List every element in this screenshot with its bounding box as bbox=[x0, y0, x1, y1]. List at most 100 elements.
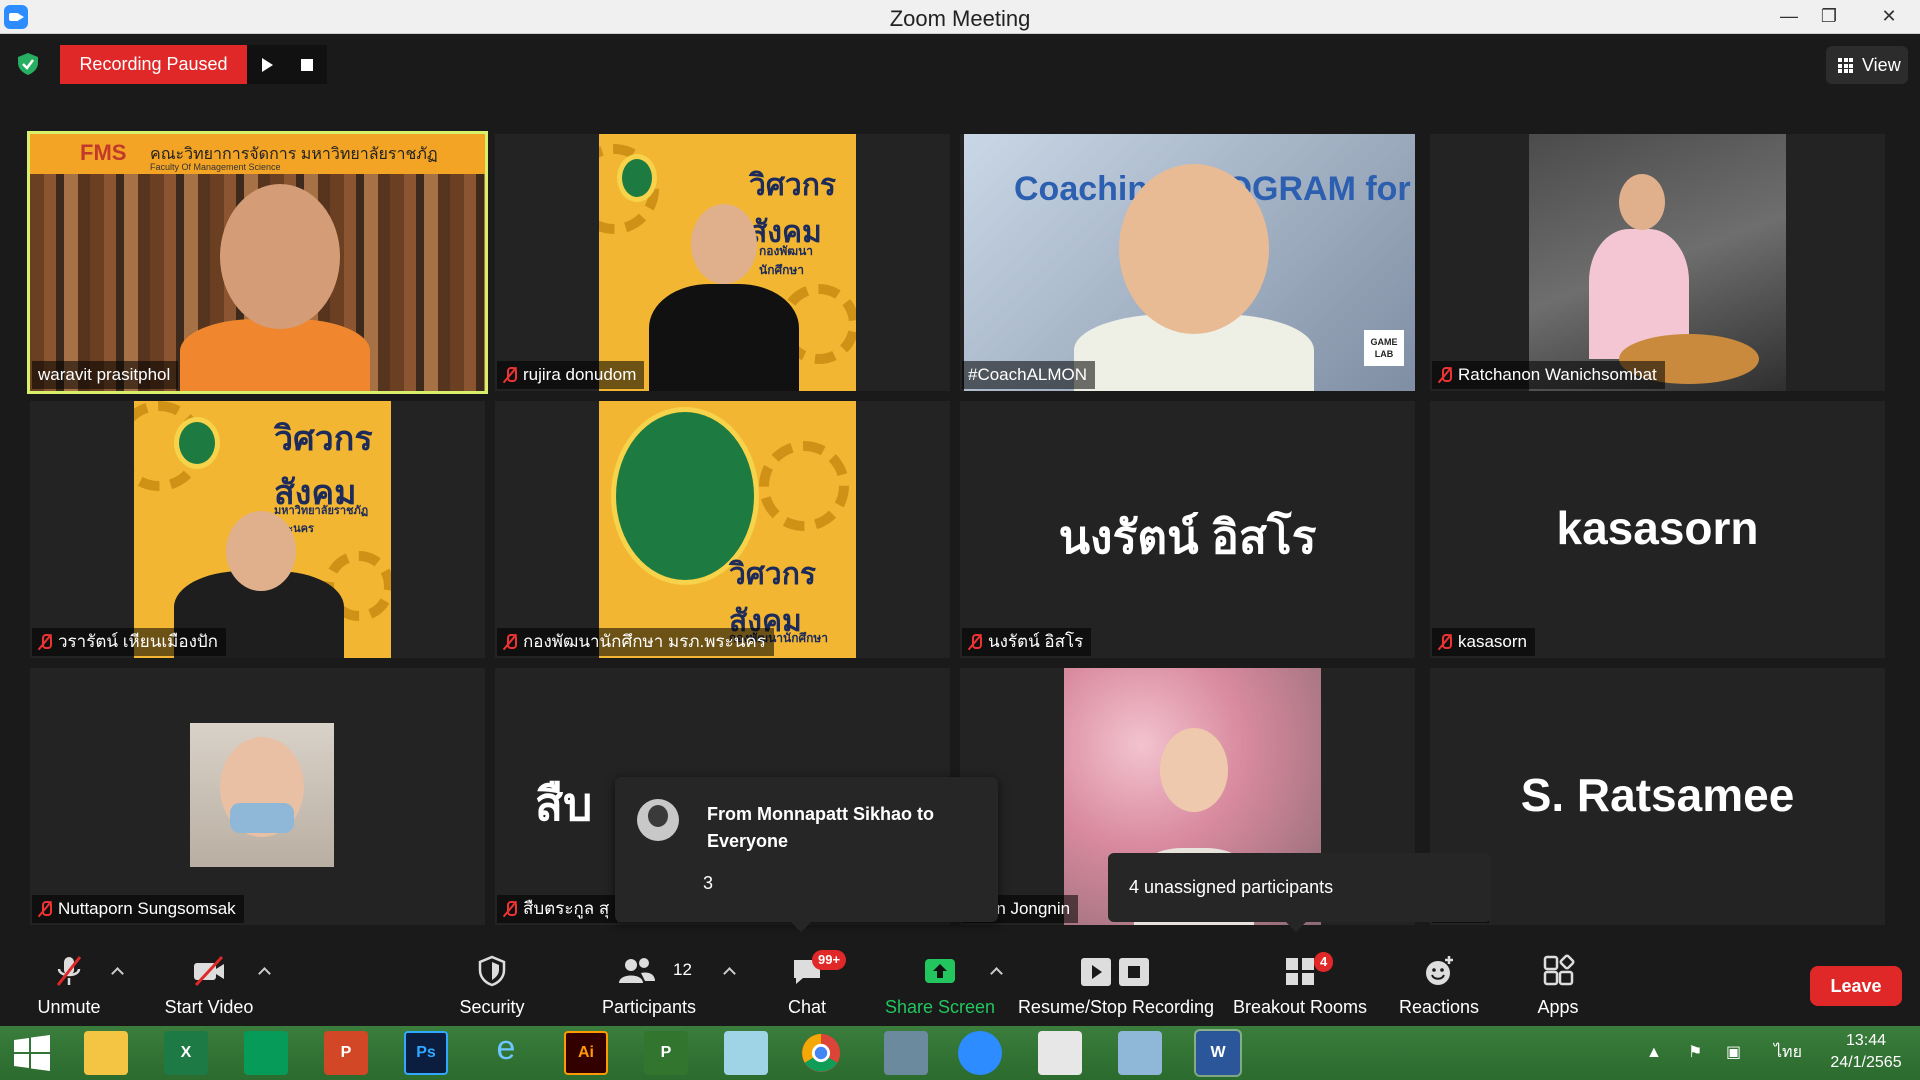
university-seal-icon bbox=[617, 154, 657, 202]
video-tile-ratsamee[interactable]: S. Ratsamee amee bbox=[1430, 668, 1885, 925]
word-icon[interactable]: W bbox=[1194, 1029, 1242, 1077]
participant-video: Coaching PROGRAM for Teacher GAME LAB bbox=[964, 134, 1415, 391]
university-seal-icon bbox=[174, 417, 220, 469]
clock-date[interactable]: 24/1/2565 bbox=[1824, 1052, 1908, 1074]
participant-name: Ratchanon Wanichsombat bbox=[1458, 365, 1657, 384]
video-tile-wararat[interactable]: วิศวกรสังคม มหาวิทยาลัยราชภัฏพระนคร วราร… bbox=[30, 401, 485, 658]
faculty-banner-subtext: Faculty Of Management Science bbox=[150, 162, 281, 172]
view-label: View bbox=[1862, 55, 1901, 75]
unmute-button[interactable]: Unmute bbox=[28, 940, 110, 1026]
office-app-icon[interactable] bbox=[1038, 1031, 1082, 1075]
recording-controls-icon bbox=[1081, 958, 1149, 986]
person-face bbox=[220, 184, 340, 329]
video-tile-kasasorn[interactable]: kasasorn kasasorn bbox=[1430, 401, 1885, 658]
chat-button[interactable]: 99+ Chat bbox=[782, 940, 847, 1026]
share-options-chevron-icon[interactable] bbox=[990, 966, 1002, 978]
participant-name: กองพัฒนานักศึกษา มรภ.พระนคร bbox=[523, 632, 766, 651]
publisher-icon[interactable] bbox=[244, 1031, 288, 1075]
popup-pointer bbox=[791, 922, 811, 932]
mic-muted-icon bbox=[503, 633, 517, 651]
view-button[interactable]: View bbox=[1826, 46, 1908, 84]
resume-recording-button[interactable] bbox=[247, 45, 287, 84]
participant-name: rujira donudom bbox=[523, 365, 637, 384]
encryption-shield-icon[interactable] bbox=[17, 52, 39, 76]
participants-options-chevron-icon[interactable] bbox=[723, 966, 735, 978]
start-video-button[interactable]: Start Video bbox=[160, 940, 258, 1026]
participant-name-tag: นงรัตน์ อิสโร bbox=[962, 628, 1092, 656]
file-explorer-icon[interactable] bbox=[84, 1031, 128, 1075]
person-face bbox=[1160, 728, 1228, 812]
zoom-taskbar-icon[interactable] bbox=[958, 1031, 1002, 1075]
video-tile-coachalmon[interactable]: Coaching PROGRAM for Teacher GAME LAB #C… bbox=[960, 134, 1415, 391]
notepad-icon[interactable] bbox=[724, 1031, 768, 1075]
input-language[interactable]: ไทย bbox=[1774, 1042, 1802, 1064]
photoshop-icon[interactable]: Ps bbox=[404, 1031, 448, 1075]
video-tile-ratchanon[interactable]: Ratchanon Wanichsombat bbox=[1430, 134, 1885, 391]
network-icon[interactable]: ▣ bbox=[1726, 1042, 1741, 1064]
participants-button[interactable]: 12 Participants bbox=[598, 940, 700, 1026]
person-face bbox=[691, 204, 757, 284]
breakout-notification-text: 4 unassigned participants bbox=[1129, 877, 1334, 897]
breakout-rooms-icon bbox=[1286, 958, 1314, 985]
illustrator-icon[interactable]: Ai bbox=[564, 1031, 608, 1075]
stop-recording-button[interactable] bbox=[287, 45, 327, 84]
security-label: Security bbox=[459, 997, 525, 1017]
mic-muted-icon bbox=[503, 900, 517, 918]
participant-display-name: สืบ bbox=[535, 778, 593, 830]
meeting-toolbar: Unmute Start Video Security 12 Participa… bbox=[0, 940, 1920, 1026]
gamelab-logo: GAME LAB bbox=[1364, 330, 1404, 366]
participant-video: วิศวกรสังคม มหาวิทยาลัยราชภัฏพระนคร bbox=[134, 401, 391, 658]
maximize-button[interactable]: ❐ bbox=[1806, 0, 1852, 34]
security-button[interactable]: Security bbox=[452, 940, 532, 1026]
video-off-icon bbox=[194, 955, 224, 987]
video-tile-rujira[interactable]: วิศวกรสังคม กองพัฒนานักศึกษา rujira donu… bbox=[495, 134, 950, 391]
video-tile-nongrat[interactable]: นงรัตน์ อิสโร นงรัตน์ อิสโร bbox=[960, 401, 1415, 658]
breakout-notification-popup[interactable]: 4 unassigned participants bbox=[1108, 853, 1491, 932]
paint-icon[interactable] bbox=[884, 1031, 928, 1075]
resume-stop-recording-button[interactable]: Resume/Stop Recording bbox=[1016, 940, 1216, 1026]
security-shield-icon bbox=[478, 955, 506, 987]
chrome-icon[interactable] bbox=[798, 1031, 844, 1075]
apps-button[interactable]: Apps bbox=[1526, 940, 1590, 1026]
share-screen-button[interactable]: Share Screen bbox=[884, 940, 996, 1026]
participant-name: วรารัตน์ เหียนเมืองปัก bbox=[58, 632, 218, 651]
gear-decoration bbox=[759, 441, 849, 531]
clock-time[interactable]: 13:44 bbox=[1824, 1030, 1908, 1052]
mic-muted-icon bbox=[1438, 633, 1452, 651]
chat-label: Chat bbox=[787, 997, 827, 1017]
participant-name-tag: Ratchanon Wanichsombat bbox=[1432, 361, 1665, 389]
leave-meeting-button[interactable]: Leave bbox=[1810, 966, 1902, 1006]
unmute-label: Unmute bbox=[37, 997, 101, 1017]
fms-logo: FMS bbox=[80, 140, 127, 165]
participant-name: waravit prasitphol bbox=[38, 365, 171, 384]
mic-muted-icon bbox=[968, 633, 982, 651]
control-panel-icon[interactable] bbox=[1118, 1031, 1162, 1075]
tray-overflow-icon[interactable]: ▲ bbox=[1646, 1042, 1662, 1064]
reactions-button[interactable]: Reactions bbox=[1394, 940, 1484, 1026]
participant-video: วิศวกรสังคม กองพัฒนานักศึกษา bbox=[599, 401, 856, 658]
participant-video bbox=[1529, 134, 1786, 391]
chat-notification-popup[interactable]: From Monnapatt Sikhao to Everyone 3 bbox=[615, 777, 998, 932]
participant-name: kasasorn bbox=[1458, 632, 1527, 651]
breakout-rooms-label: Breakout Rooms bbox=[1232, 997, 1368, 1017]
close-button[interactable]: ✕ bbox=[1858, 0, 1920, 34]
powerpoint-icon[interactable]: P bbox=[324, 1031, 368, 1075]
participant-name-tag: สืบตระกูล สุ bbox=[497, 895, 618, 923]
mic-muted-icon bbox=[1438, 366, 1452, 384]
poster-subtitle: กองพัฒนานักศึกษา bbox=[759, 244, 814, 277]
windows-start-icon[interactable] bbox=[10, 1031, 54, 1075]
video-tile-waravit[interactable]: FMS คณะวิทยาการจัดการ มหาวิทยาลัยราชภัฏพ… bbox=[27, 131, 488, 394]
zoom-window: Zoom Meeting — ❐ ✕ Recording Paused View… bbox=[0, 0, 1920, 1080]
internet-explorer-icon[interactable]: e bbox=[484, 1031, 528, 1075]
breakout-rooms-button[interactable]: 4 Breakout Rooms bbox=[1232, 940, 1368, 1026]
video-tile-nuttaporn[interactable]: Nuttaporn Sungsomsak bbox=[30, 668, 485, 925]
video-options-chevron-icon[interactable] bbox=[258, 966, 270, 978]
windows-taskbar: X P Ps e Ai P W ▲ ⚑ ▣ ไทย 13:44 24/1/256… bbox=[0, 1026, 1920, 1080]
project-icon[interactable]: P bbox=[644, 1031, 688, 1075]
reactions-label: Reactions bbox=[1398, 997, 1480, 1017]
excel-icon[interactable]: X bbox=[164, 1031, 208, 1075]
action-center-flag-icon[interactable]: ⚑ bbox=[1688, 1042, 1702, 1064]
person-shirt bbox=[180, 319, 370, 391]
video-tile-student-affairs[interactable]: วิศวกรสังคม กองพัฒนานักศึกษา กองพัฒนานัก… bbox=[495, 401, 950, 658]
audio-options-chevron-icon[interactable] bbox=[111, 966, 123, 978]
